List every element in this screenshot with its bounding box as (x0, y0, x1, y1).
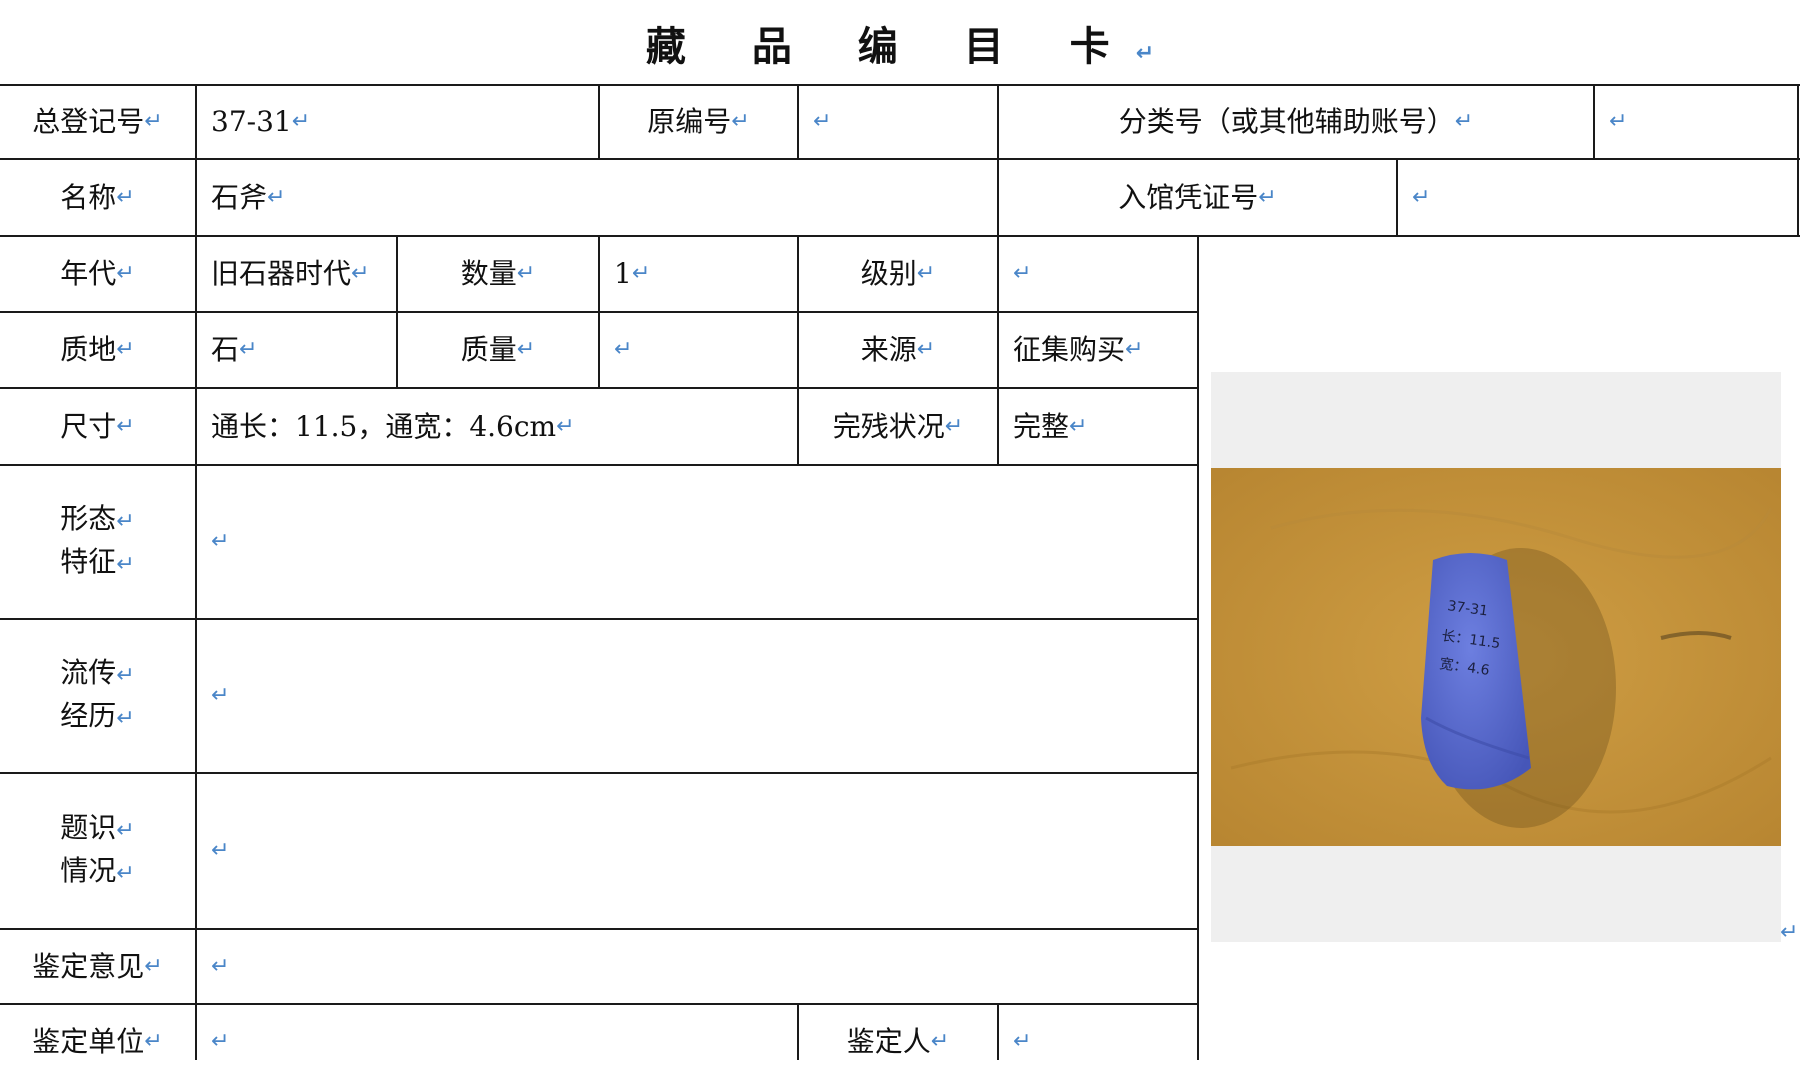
label-source: 来源 ↵ (860, 333, 936, 366)
value-name[interactable]: 石斧 ↵ (197, 160, 997, 235)
value-size[interactable]: 通长：11.5，通宽：4.6cm ↵ (197, 389, 797, 464)
value-history[interactable]: ↵ (197, 620, 1197, 772)
label-total-reg-no: 总登记号 ↵ (32, 105, 163, 138)
label-material: 质地 ↵ (60, 333, 135, 366)
value-class-no[interactable]: ↵ (1595, 86, 1797, 158)
label-condition: 完残状况 ↵ (832, 409, 964, 443)
label-appraiser: 鉴定人 ↵ (846, 1024, 950, 1058)
value-mass[interactable]: ↵ (600, 313, 797, 387)
rule-col-6 (1797, 84, 1799, 237)
label-grade: 级别 ↵ (860, 257, 936, 290)
label-unit: 鉴定单位 ↵ (32, 1024, 163, 1058)
value-condition[interactable]: 完整 ↵ (999, 389, 1197, 464)
rule-col-photo (1197, 235, 1199, 1060)
value-source[interactable]: 征集购买 ↵ (999, 313, 1197, 387)
label-form: 形态↵ 特征↵ (60, 502, 135, 578)
value-entry-voucher[interactable]: ↵ (1398, 160, 1797, 235)
label-size: 尺寸 ↵ (60, 409, 135, 443)
label-mass: 质量 ↵ (460, 333, 536, 366)
label-class-no: 分类号（或其他辅助账号） ↵ (1118, 105, 1474, 138)
card-title: 藏 品 编 目 卡↵ (645, 24, 1155, 70)
value-quantity[interactable]: 1 ↵ (600, 237, 797, 311)
label-orig-no: 原编号 ↵ (647, 105, 750, 138)
value-inscription[interactable]: ↵ (197, 774, 1197, 928)
value-total-reg-no[interactable]: 37-31 ↵ (197, 86, 598, 158)
value-unit[interactable]: ↵ (197, 1005, 797, 1078)
label-inscription: 题识↵ 情况↵ (60, 811, 135, 887)
label-opinion: 鉴定意见 ↵ (32, 949, 163, 983)
value-form[interactable]: ↵ (197, 466, 1197, 618)
artifact-photo: 37-31 长：11.5 宽：4.6 (1211, 468, 1781, 846)
value-appraiser[interactable]: ↵ (999, 1005, 1197, 1078)
value-material[interactable]: 石 ↵ (197, 313, 396, 387)
label-entry-voucher: 入馆凭证号 ↵ (1118, 180, 1277, 214)
label-history: 流传↵ 经历↵ (60, 656, 135, 732)
value-opinion[interactable]: ↵ (197, 930, 1197, 1003)
label-quantity: 数量 ↵ (460, 257, 536, 290)
label-era: 年代 ↵ (60, 257, 135, 290)
label-name: 名称 ↵ (60, 180, 135, 214)
value-grade[interactable]: ↵ (999, 237, 1197, 311)
value-orig-no[interactable]: ↵ (799, 86, 997, 158)
side-return-mark: ↵ (1780, 920, 1799, 945)
value-era[interactable]: 旧石器时代 ↵ (197, 237, 396, 311)
